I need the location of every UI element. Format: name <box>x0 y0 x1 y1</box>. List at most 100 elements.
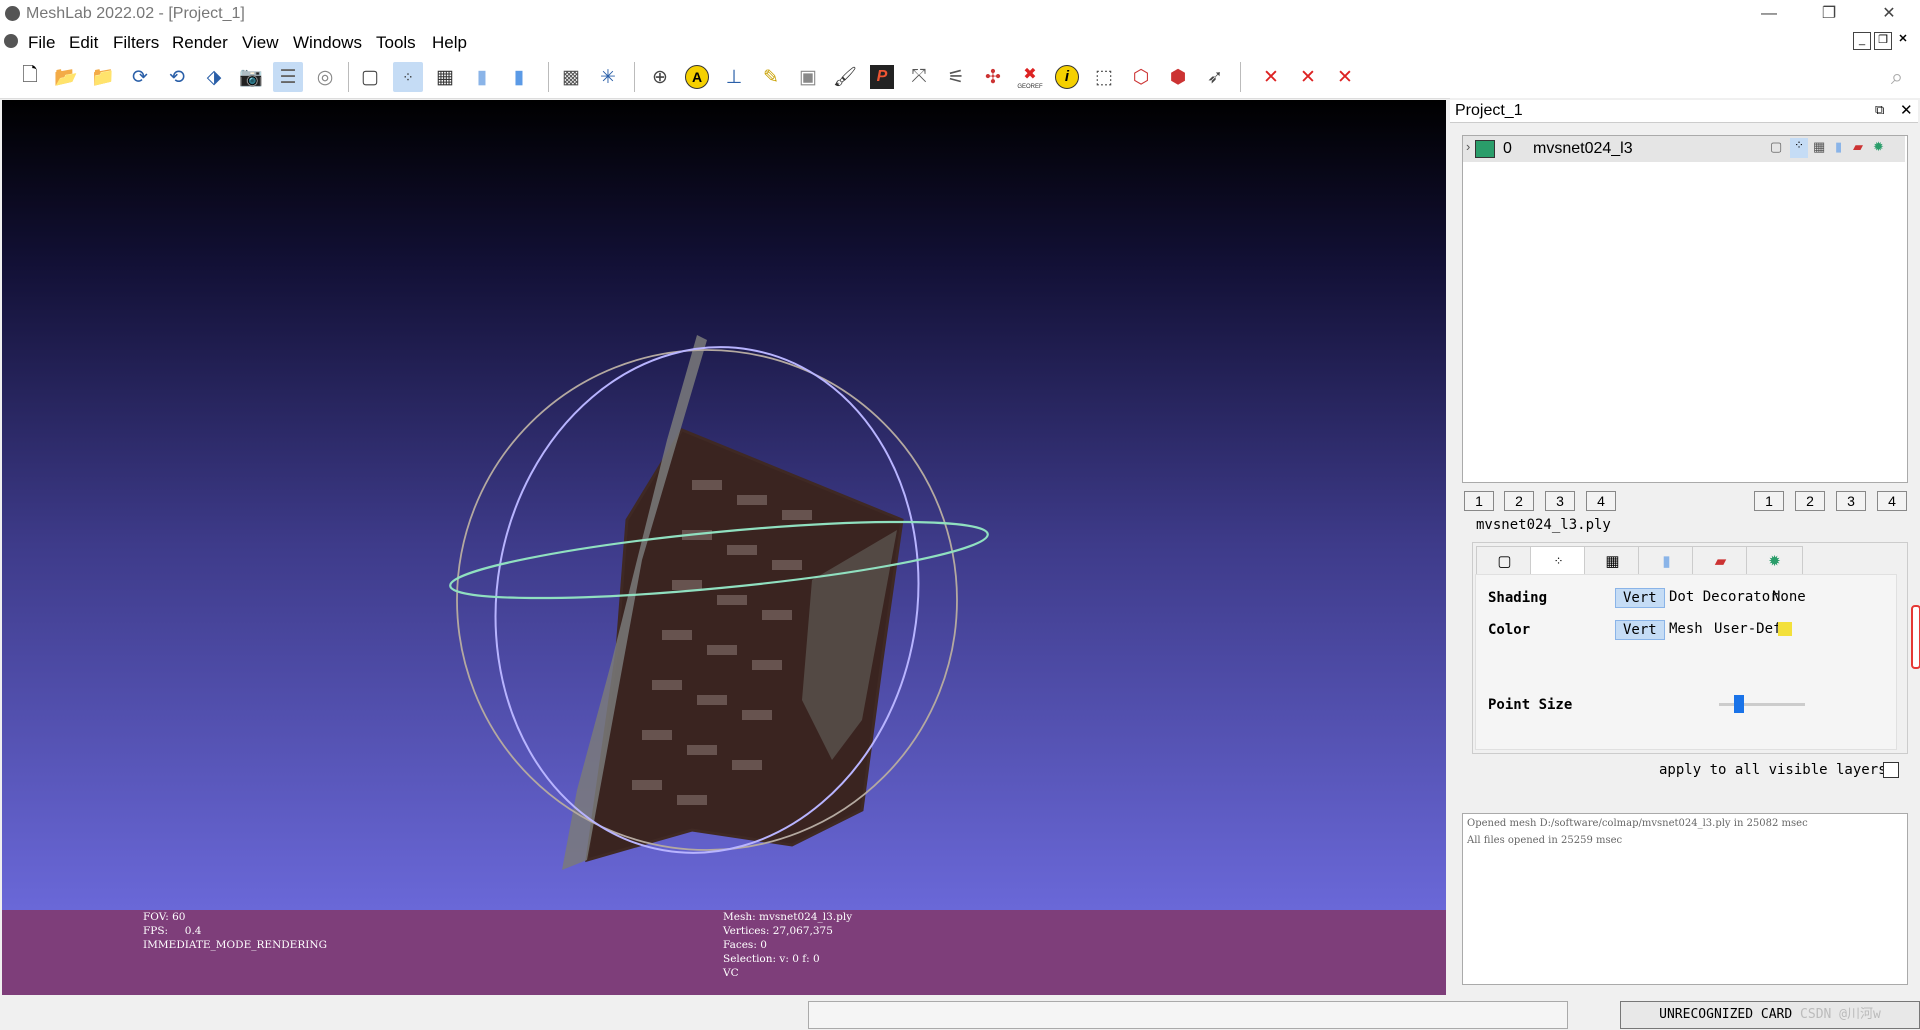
shading-label: Shading <box>1488 590 1548 606</box>
color-mesh-option[interactable]: Mesh <box>1662 620 1710 638</box>
mesh-info: Mesh: mvsnet024_l3.ply Vertices: 27,067,… <box>723 911 853 979</box>
layer-bbox-icon[interactable]: ▢ <box>1770 139 1782 155</box>
close-panel-icon[interactable]: ✕ <box>1900 101 1913 119</box>
title-bar: MeshLab 2022.02 - [Project_1] — ❐ ✕ <box>0 0 1920 28</box>
color-user-def-option[interactable]: User-Def <box>1707 620 1788 638</box>
menu-edit[interactable]: Edit <box>69 33 98 53</box>
layer-name: mvsnet024_l3 <box>1533 140 1633 157</box>
tab-points[interactable]: ⁘ <box>1530 546 1587 575</box>
close-icon[interactable]: ✕ <box>1869 2 1909 26</box>
mdi-close-icon[interactable]: ✕ <box>1895 32 1911 48</box>
mdi-restore-icon[interactable]: ❐ <box>1874 32 1892 50</box>
manipulator-icon[interactable]: ✣ <box>978 62 1008 92</box>
menu-render[interactable]: Render <box>172 33 228 53</box>
flat-icon[interactable]: ▮ <box>467 62 497 92</box>
pick-icon[interactable]: ✎ <box>756 62 786 92</box>
point-size-slider-handle[interactable] <box>1733 695 1744 713</box>
layer-index: 0 <box>1503 140 1512 157</box>
smooth-icon[interactable]: ▮ <box>504 62 534 92</box>
view-left-4[interactable]: 4 <box>1586 491 1616 511</box>
tab-texture[interactable]: ▰ <box>1692 546 1749 576</box>
app-icon <box>4 34 18 48</box>
info-icon[interactable]: i <box>1052 62 1082 92</box>
pp-icon[interactable]: P <box>867 62 897 92</box>
points-icon[interactable]: ⁘ <box>393 62 423 92</box>
shading-vert-option[interactable]: Vert <box>1615 588 1665 608</box>
tab-flat[interactable]: ▮ <box>1638 546 1695 576</box>
view-left-1[interactable]: 1 <box>1464 491 1494 511</box>
visibility-eye-icon[interactable] <box>1475 140 1495 158</box>
minimize-icon[interactable]: — <box>1749 2 1789 26</box>
3d-viewport[interactable] <box>2 100 1446 910</box>
layers-icon[interactable]: ☰ <box>273 62 303 92</box>
menu-tools[interactable]: Tools <box>376 33 416 53</box>
float-panel-icon[interactable]: ⧉ <box>1875 102 1884 118</box>
menu-view[interactable]: View <box>242 33 279 53</box>
delete-faces-icon[interactable]: ✕ <box>1293 62 1323 92</box>
reload-icon[interactable]: ⟳ <box>125 62 155 92</box>
new-project-icon[interactable]: 🗋 <box>15 62 45 92</box>
mdi-minimize-icon[interactable]: _ <box>1853 32 1871 50</box>
pointer-icon[interactable]: ➶ <box>1200 62 1230 92</box>
view-right-2[interactable]: 2 <box>1795 491 1825 511</box>
select-vertex-icon[interactable]: ⚟ <box>941 62 971 92</box>
log-window[interactable]: Opened mesh D:/software/colmap/mvsnet024… <box>1462 813 1908 985</box>
search-icon[interactable]: ⌕ <box>1882 62 1912 92</box>
tab-decorate[interactable]: ✹ <box>1746 546 1803 576</box>
shading-none-option[interactable]: None <box>1765 588 1813 606</box>
bbox-icon[interactable]: ▢ <box>355 62 385 92</box>
view-left-2[interactable]: 2 <box>1504 491 1534 511</box>
import-mesh-icon[interactable]: 📂 <box>51 62 81 92</box>
measure-icon[interactable]: ⊥ <box>719 62 749 92</box>
select-rect-icon[interactable]: ⬚ <box>1089 62 1119 92</box>
delete-vertices-icon[interactable]: ✕ <box>1256 62 1286 92</box>
trackball-icon[interactable]: ⊕ <box>645 62 675 92</box>
snapshot-icon[interactable]: 📷 <box>236 62 266 92</box>
expand-chevron-icon[interactable]: › <box>1466 139 1470 154</box>
view-right-1[interactable]: 1 <box>1754 491 1784 511</box>
layer-decorate-icon[interactable]: ✹ <box>1873 139 1884 155</box>
texture-icon[interactable]: ▩ <box>556 62 586 92</box>
label-a-icon[interactable]: A <box>682 62 712 92</box>
apply-all-checkbox[interactable] <box>1883 762 1899 778</box>
layer-wire-icon[interactable]: ▦ <box>1813 139 1825 155</box>
layer-texture-icon[interactable]: ▰ <box>1853 139 1863 155</box>
project-title: Project_1 <box>1455 102 1523 119</box>
delete-all-icon[interactable]: ✕ <box>1330 62 1360 92</box>
open-project-icon[interactable]: 📁 <box>88 62 118 92</box>
raster-icon[interactable]: ◎ <box>310 62 340 92</box>
menu-filters[interactable]: Filters <box>113 33 159 53</box>
menu-help[interactable]: Help <box>432 33 467 53</box>
menu-file[interactable]: File <box>28 33 55 53</box>
select-face-icon[interactable]: ⬡ <box>1126 62 1156 92</box>
view-left-3[interactable]: 3 <box>1545 491 1575 511</box>
menu-bar: File Edit Filters Render View Windows To… <box>0 28 1920 56</box>
camera-icon[interactable]: ▣ <box>793 62 823 92</box>
view-right-4[interactable]: 4 <box>1877 491 1907 511</box>
wireframe-icon[interactable]: ▦ <box>430 62 460 92</box>
restore-icon[interactable]: ❐ <box>1809 2 1849 26</box>
point-cloud-scene <box>449 335 989 870</box>
layer-flat-icon[interactable]: ▮ <box>1835 139 1842 155</box>
point-size-track[interactable] <box>1719 695 1805 713</box>
toolbar: 🗋 📂 📁 ⟳ ⟲ ⬗ 📷 ☰ ◎ ▢ ⁘ ▦ ▮ ▮ ▩ ✳ ⊕ A ⊥ ✎ … <box>0 56 1920 99</box>
layer-points-icon[interactable]: ⁘ <box>1790 138 1808 158</box>
color-vert-option[interactable]: Vert <box>1615 620 1665 640</box>
tab-bbox[interactable]: ▢ <box>1476 546 1533 576</box>
tab-wire[interactable]: ▦ <box>1584 546 1641 576</box>
select-connected-icon[interactable]: ⬢ <box>1163 62 1193 92</box>
axes-icon[interactable]: ✳ <box>593 62 623 92</box>
panel-scrollbar[interactable] <box>1911 605 1920 669</box>
card-status-text: UNRECOGNIZED CARD <box>1659 1007 1793 1022</box>
layer-row[interactable]: › 0 mvsnet024_l3 ▢ ⁘ ▦ ▮ ▰ ✹ <box>1463 136 1905 162</box>
layer-list[interactable] <box>1462 135 1908 483</box>
export-mesh-icon[interactable]: ⬗ <box>199 62 229 92</box>
user-def-color-swatch[interactable] <box>1778 622 1792 636</box>
view-right-3[interactable]: 3 <box>1836 491 1866 511</box>
paint-icon[interactable]: 🖌 <box>830 62 860 92</box>
align-icon[interactable]: ⤧ <box>904 62 934 92</box>
georef-icon[interactable]: ✖ GEOREF <box>1015 62 1045 92</box>
apply-all-label: apply to all visible layers <box>1659 762 1887 778</box>
menu-windows[interactable]: Windows <box>293 33 362 53</box>
reload-all-icon[interactable]: ⟲ <box>162 62 192 92</box>
